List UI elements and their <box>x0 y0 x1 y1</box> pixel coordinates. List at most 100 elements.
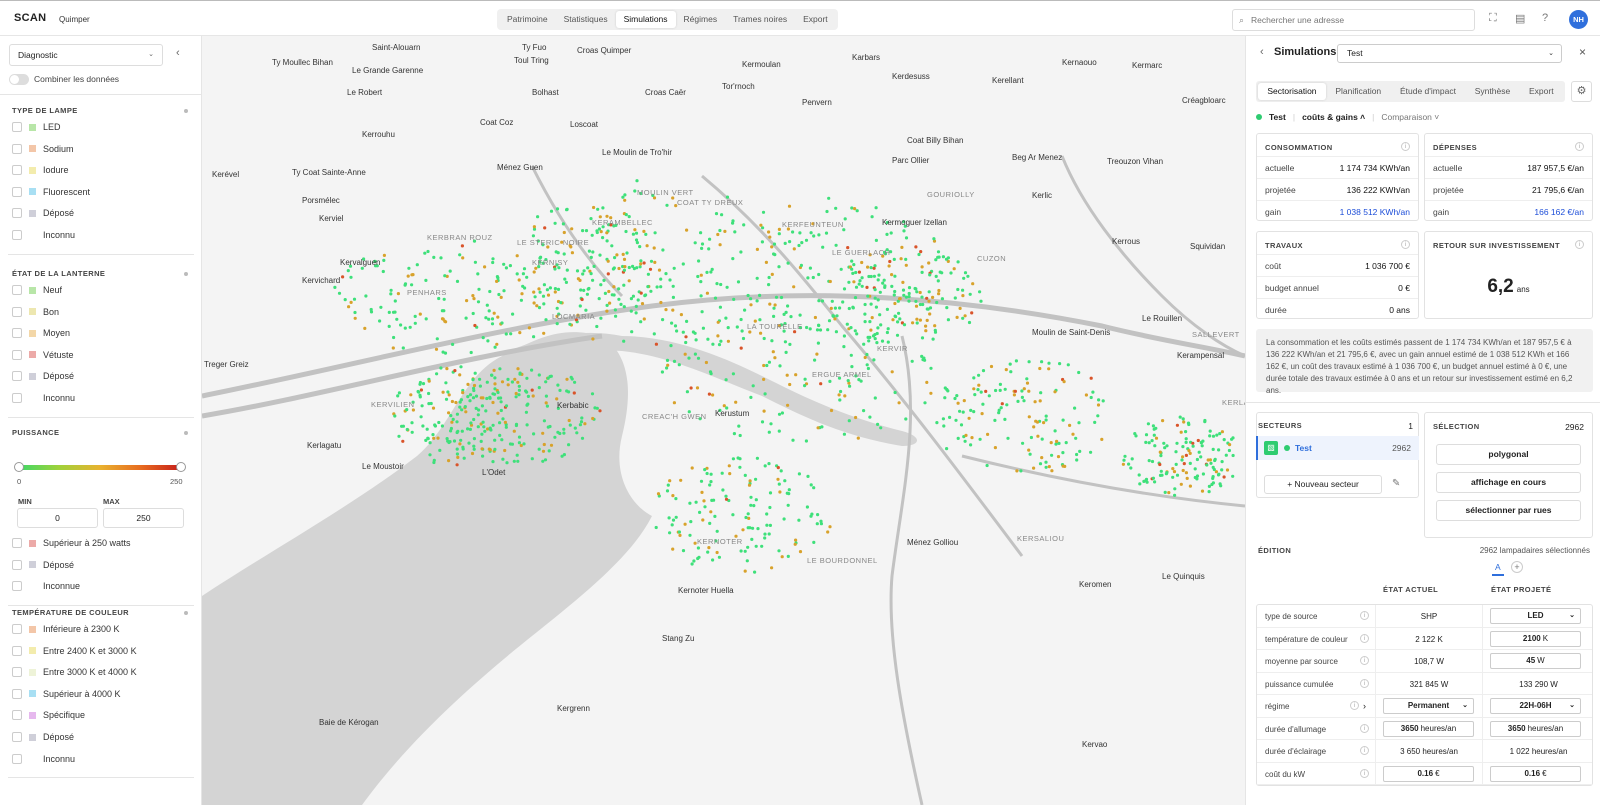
lamp-point[interactable] <box>1193 467 1197 471</box>
lamp-point[interactable] <box>674 515 678 519</box>
lamp-point[interactable] <box>1159 454 1163 458</box>
lamp-point[interactable] <box>755 299 759 303</box>
lamp-point[interactable] <box>812 486 816 490</box>
lamp-point[interactable] <box>791 230 795 234</box>
nav-tab-régimes[interactable]: Régimes <box>676 11 726 28</box>
lamp-point[interactable] <box>537 306 542 310</box>
lamp-point[interactable] <box>480 404 484 408</box>
lamp-point[interactable] <box>1075 452 1079 457</box>
lamp-point[interactable] <box>788 342 792 346</box>
lamp-point[interactable] <box>525 403 529 407</box>
lamp-point[interactable] <box>825 209 829 214</box>
lamp-point[interactable] <box>883 285 887 289</box>
lamp-point[interactable] <box>598 253 602 257</box>
lamp-point[interactable] <box>711 393 715 397</box>
lamp-point[interactable] <box>653 260 657 264</box>
lamp-point[interactable] <box>1175 441 1179 445</box>
lamp-point[interactable] <box>872 358 876 362</box>
lamp-point[interactable] <box>597 297 601 301</box>
lamp-point[interactable] <box>987 394 991 398</box>
lamp-point[interactable] <box>1181 417 1185 421</box>
lamp-point[interactable] <box>1027 360 1031 364</box>
lamp-point[interactable] <box>567 443 571 447</box>
lamp-point[interactable] <box>674 497 678 501</box>
lamp-point[interactable] <box>1050 453 1054 457</box>
lamp-point[interactable] <box>1209 461 1213 465</box>
lamp-point[interactable] <box>920 336 925 340</box>
lamp-point[interactable] <box>878 290 882 294</box>
lamp-point[interactable] <box>1050 469 1054 473</box>
lamp-point[interactable] <box>1019 469 1023 473</box>
lamp-point[interactable] <box>685 390 689 394</box>
lamp-point[interactable] <box>816 341 821 345</box>
lamp-point[interactable] <box>443 351 448 355</box>
lamp-point[interactable] <box>893 301 897 306</box>
lamp-point[interactable] <box>631 294 635 298</box>
lamp-point[interactable] <box>567 418 571 423</box>
lamp-point[interactable] <box>760 544 764 548</box>
lamp-point[interactable] <box>542 419 546 423</box>
lamp-point[interactable] <box>549 443 554 447</box>
lamp-point[interactable] <box>911 321 915 325</box>
lamp-point[interactable] <box>525 390 529 394</box>
lamp-point[interactable] <box>945 447 949 451</box>
lamp-point[interactable] <box>558 388 562 392</box>
lamp-point[interactable] <box>685 228 689 232</box>
lamp-point[interactable] <box>603 291 607 295</box>
lamp-point[interactable] <box>622 257 627 261</box>
lamp-point[interactable] <box>347 305 351 309</box>
lamp-point[interactable] <box>493 447 497 451</box>
lamp-point[interactable] <box>803 377 807 381</box>
lamp-point[interactable] <box>514 395 518 399</box>
lamp-point[interactable] <box>797 243 801 248</box>
lamp-point[interactable] <box>718 228 722 233</box>
lamp-point[interactable] <box>1127 462 1131 466</box>
lamp-point[interactable] <box>1144 433 1149 437</box>
lamp-point[interactable] <box>622 268 626 272</box>
lamp-point[interactable] <box>715 282 719 286</box>
lamp-point[interactable] <box>476 272 480 276</box>
lamp-point[interactable] <box>544 380 548 384</box>
lamp-point[interactable] <box>423 251 427 255</box>
lamp-point[interactable] <box>915 317 919 321</box>
lamp-point[interactable] <box>806 474 810 478</box>
lamp-point[interactable] <box>925 296 929 300</box>
lamp-point[interactable] <box>901 288 906 292</box>
lamp-point[interactable] <box>776 466 780 470</box>
lamp-point[interactable] <box>1038 366 1042 371</box>
lamp-point[interactable] <box>726 339 731 343</box>
lamp-point[interactable] <box>779 469 783 473</box>
lamp-point[interactable] <box>902 229 906 233</box>
lamp-point[interactable] <box>555 207 560 211</box>
lamp-point[interactable] <box>493 376 497 380</box>
lamp-point[interactable] <box>1147 441 1151 445</box>
lamp-point[interactable] <box>472 383 477 388</box>
lamp-point[interactable] <box>657 268 662 272</box>
lamp-point[interactable] <box>943 396 947 400</box>
lamp-point[interactable] <box>1191 441 1195 445</box>
lamp-point[interactable] <box>446 439 450 443</box>
lamp-point[interactable] <box>1186 421 1191 425</box>
lamp-point[interactable] <box>562 230 566 235</box>
lamp-point[interactable] <box>816 513 820 517</box>
lamp-point[interactable] <box>717 343 722 347</box>
lamp-point[interactable] <box>542 331 546 335</box>
lamp-point[interactable] <box>590 392 595 396</box>
lamp-point[interactable] <box>461 447 465 451</box>
lamp-point[interactable] <box>1179 482 1183 486</box>
filter-item[interactable]: Bon <box>12 305 59 319</box>
lamp-point[interactable] <box>440 317 445 321</box>
lamp-point[interactable] <box>521 284 525 288</box>
lamp-point[interactable] <box>424 278 428 282</box>
lamp-point[interactable] <box>722 404 726 408</box>
lamp-point[interactable] <box>777 482 781 486</box>
lamp-point[interactable] <box>809 231 813 235</box>
lamp-point[interactable] <box>804 439 809 443</box>
lamp-point[interactable] <box>525 275 529 279</box>
lamp-point[interactable] <box>559 301 563 305</box>
lamp-point[interactable] <box>517 435 522 439</box>
tab-1[interactable]: Planification <box>1326 83 1391 100</box>
lamp-point[interactable] <box>708 521 712 525</box>
lamp-point[interactable] <box>724 494 728 498</box>
lamp-point[interactable] <box>449 414 453 418</box>
